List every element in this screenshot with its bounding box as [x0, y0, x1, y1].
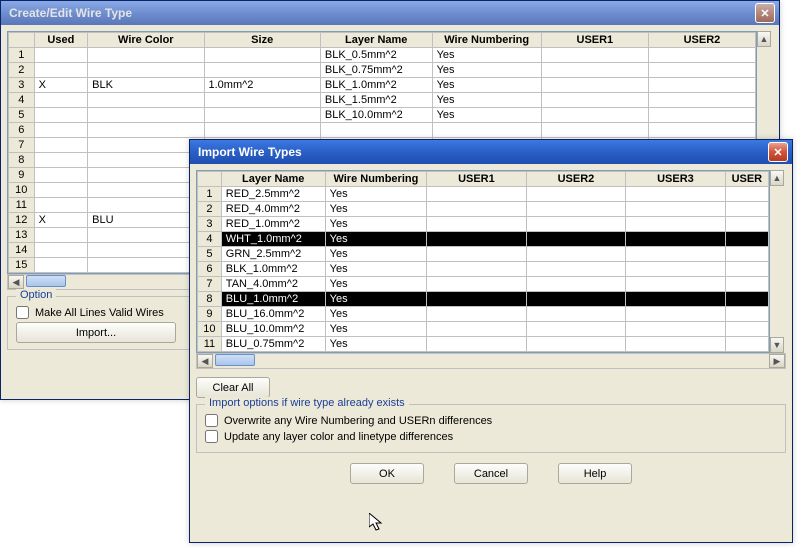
scroll-thumb[interactable]	[26, 275, 66, 287]
col-header[interactable]: Used	[34, 33, 88, 48]
close-icon[interactable]: ✕	[768, 142, 788, 162]
table-row[interactable]: 8BLU_1.0mm^2Yes	[198, 292, 769, 307]
parent-title: Create/Edit Wire Type	[9, 6, 755, 20]
col-header[interactable]: USER	[725, 172, 768, 187]
row-number: 8	[198, 292, 222, 307]
table-row[interactable]: 3RED_1.0mm^2Yes	[198, 217, 769, 232]
row-number: 1	[9, 48, 35, 63]
col-header[interactable]: USER3	[626, 172, 726, 187]
parent-titlebar[interactable]: Create/Edit Wire Type ✕	[1, 1, 779, 25]
clear-all-button[interactable]: Clear All	[196, 377, 270, 398]
scroll-up-icon[interactable]: ▲	[757, 31, 771, 47]
cancel-button[interactable]: Cancel	[454, 463, 528, 484]
scroll-up-icon[interactable]: ▲	[770, 170, 784, 186]
scroll-thumb[interactable]	[215, 354, 255, 366]
row-number: 11	[9, 198, 35, 213]
row-number: 15	[9, 258, 35, 273]
row-number: 4	[9, 93, 35, 108]
table-row[interactable]: 1RED_2.5mm^2Yes	[198, 187, 769, 202]
table-row[interactable]: 3XBLK1.0mm^2BLK_1.0mm^2Yes	[9, 78, 756, 93]
scroll-right-icon[interactable]: ▶	[769, 354, 785, 368]
import-wire-table[interactable]: Layer NameWire NumberingUSER1USER2USER3U…	[197, 171, 769, 352]
col-header[interactable]: Wire Numbering	[432, 33, 541, 48]
row-number: 5	[198, 247, 222, 262]
table-row[interactable]: 4WHT_1.0mm^2Yes	[198, 232, 769, 247]
row-number: 6	[9, 123, 35, 138]
col-header[interactable]: Layer Name	[320, 33, 432, 48]
col-header[interactable]: USER1	[427, 172, 527, 187]
option-legend: Option	[16, 289, 56, 301]
close-icon[interactable]: ✕	[755, 3, 775, 23]
col-header[interactable]: USER2	[648, 33, 755, 48]
col-header[interactable]: USER2	[526, 172, 626, 187]
row-number: 1	[198, 187, 222, 202]
row-number: 14	[9, 243, 35, 258]
update-checkbox[interactable]: Update any layer color and linetype diff…	[205, 430, 777, 443]
row-number: 2	[198, 202, 222, 217]
col-header[interactable]: Size	[204, 33, 320, 48]
row-number: 9	[9, 168, 35, 183]
scroll-down-icon[interactable]: ▼	[770, 337, 784, 353]
row-number: 3	[9, 78, 35, 93]
table-row[interactable]: 10BLU_10.0mm^2Yes	[198, 322, 769, 337]
row-number: 5	[9, 108, 35, 123]
col-header[interactable]: Layer Name	[221, 172, 325, 187]
ok-button[interactable]: OK	[350, 463, 424, 484]
row-number: 8	[9, 153, 35, 168]
overwrite-checkbox[interactable]: Overwrite any Wire Numbering and USERn d…	[205, 414, 777, 427]
table-row[interactable]: 6BLK_1.0mm^2Yes	[198, 262, 769, 277]
scroll-left-icon[interactable]: ◀	[197, 354, 213, 368]
row-number: 9	[198, 307, 222, 322]
col-header[interactable]: USER1	[541, 33, 648, 48]
table-row[interactable]: 1BLK_0.5mm^2Yes	[9, 48, 756, 63]
table-row[interactable]: 7TAN_4.0mm^2Yes	[198, 277, 769, 292]
row-number: 13	[9, 228, 35, 243]
import-wire-types-window: Import Wire Types ✕ Layer NameWire Numbe…	[189, 139, 793, 543]
row-number: 7	[9, 138, 35, 153]
import-options-legend: Import options if wire type already exis…	[205, 397, 409, 409]
row-number: 6	[198, 262, 222, 277]
row-number: 12	[9, 213, 35, 228]
table-row[interactable]: 6	[9, 123, 756, 138]
table-row[interactable]: 2BLK_0.75mm^2Yes	[9, 63, 756, 78]
row-number: 2	[9, 63, 35, 78]
table-row[interactable]: 4BLK_1.5mm^2Yes	[9, 93, 756, 108]
scroll-left-icon[interactable]: ◀	[8, 275, 24, 289]
row-number: 10	[9, 183, 35, 198]
table-row[interactable]: 11BLU_0.75mm^2Yes	[198, 337, 769, 352]
child-hscroll[interactable]: ◀ ▶	[196, 353, 786, 369]
child-titlebar[interactable]: Import Wire Types ✕	[190, 140, 792, 164]
help-button[interactable]: Help	[558, 463, 632, 484]
row-number: 7	[198, 277, 222, 292]
table-row[interactable]: 5GRN_2.5mm^2Yes	[198, 247, 769, 262]
row-number: 10	[198, 322, 222, 337]
table-row[interactable]: 2RED_4.0mm^2Yes	[198, 202, 769, 217]
col-header[interactable]: Wire Color	[88, 33, 204, 48]
row-number: 11	[198, 337, 222, 352]
child-vscroll[interactable]: ▲ ▼	[770, 170, 786, 353]
col-header[interactable]: Wire Numbering	[325, 172, 427, 187]
import-button[interactable]: Import...	[16, 322, 176, 343]
row-number: 3	[198, 217, 222, 232]
row-number: 4	[198, 232, 222, 247]
child-title: Import Wire Types	[198, 145, 768, 159]
table-row[interactable]: 9BLU_16.0mm^2Yes	[198, 307, 769, 322]
table-row[interactable]: 5BLK_10.0mm^2Yes	[9, 108, 756, 123]
import-options-group: Import options if wire type already exis…	[196, 404, 786, 453]
